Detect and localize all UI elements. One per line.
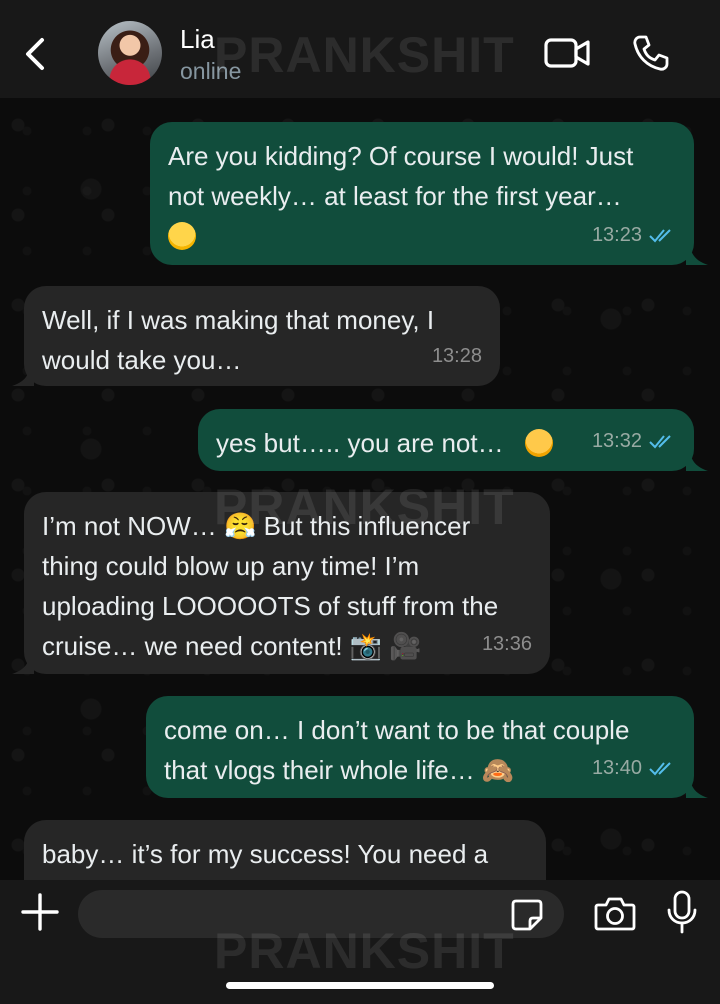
message-time: 13:23 bbox=[591, 224, 642, 246]
camera-icon[interactable] bbox=[594, 896, 636, 932]
message-list[interactable]: Are you kidding? Of course I would! Just… bbox=[0, 98, 720, 880]
flushed-face-emoji bbox=[524, 429, 553, 457]
message-text: I’m not NOW… 😤 But this influencer thing… bbox=[42, 511, 499, 661]
message-meta: 13:23 bbox=[592, 215, 676, 255]
bubble-tail bbox=[686, 247, 708, 265]
read-ticks-icon bbox=[649, 762, 671, 776]
bubble-tail bbox=[12, 656, 34, 674]
message-meta: 13:40 bbox=[592, 748, 676, 788]
message-bubble-outgoing[interactable]: yes but….. you are not… 13:32 bbox=[198, 409, 708, 471]
contact-status: online bbox=[180, 58, 242, 84]
back-chevron-icon[interactable] bbox=[20, 34, 50, 74]
contact-avatar[interactable] bbox=[98, 21, 162, 85]
contact-name[interactable]: Lia bbox=[180, 24, 215, 55]
message-time: 13:40 bbox=[591, 757, 642, 779]
message-time: 13:28 bbox=[431, 345, 482, 367]
bubble-tail bbox=[12, 368, 34, 386]
watermark: PRANKSHIT bbox=[214, 27, 515, 83]
message-time: 13:32 bbox=[591, 430, 642, 452]
bubble-tail bbox=[686, 780, 708, 798]
message-bubble-outgoing[interactable]: Are you kidding? Of course I would! Just… bbox=[150, 122, 708, 265]
message-bubble-incoming[interactable]: I’m not NOW… 😤 But this influencer thing… bbox=[12, 492, 550, 674]
microphone-icon[interactable] bbox=[666, 890, 698, 934]
message-input[interactable] bbox=[78, 890, 564, 938]
read-ticks-icon bbox=[649, 229, 671, 243]
message-text: Are you kidding? Of course I would! Just… bbox=[168, 141, 634, 211]
read-ticks-icon bbox=[649, 435, 671, 449]
chat-header: Lia online PRANKSHIT bbox=[0, 0, 720, 98]
message-bubble-incoming[interactable]: Well, if I was making that money, I woul… bbox=[12, 286, 500, 386]
message-meta: 13:32 bbox=[592, 421, 676, 461]
message-meta: 13:36 bbox=[482, 624, 532, 664]
video-call-icon[interactable] bbox=[544, 36, 590, 70]
message-meta: 13:28 bbox=[432, 336, 482, 376]
message-text: yes but….. you are not… bbox=[216, 428, 504, 458]
message-bubble-incoming[interactable]: baby… it’s for my success! You need a bbox=[24, 820, 546, 880]
sticker-icon[interactable] bbox=[510, 898, 544, 932]
message-time: 13:36 bbox=[481, 633, 532, 655]
bubble-tail bbox=[686, 453, 708, 471]
message-text: Well, if I was making that money, I woul… bbox=[42, 305, 435, 375]
grimacing-face-emoji bbox=[168, 222, 196, 250]
home-indicator[interactable] bbox=[226, 982, 494, 989]
message-bubble-outgoing[interactable]: come on… I don’t want to be that couple … bbox=[146, 696, 708, 798]
plus-icon[interactable] bbox=[20, 892, 60, 932]
message-text: baby… it’s for my success! You need a bbox=[42, 839, 489, 869]
phone-icon[interactable] bbox=[632, 34, 670, 72]
